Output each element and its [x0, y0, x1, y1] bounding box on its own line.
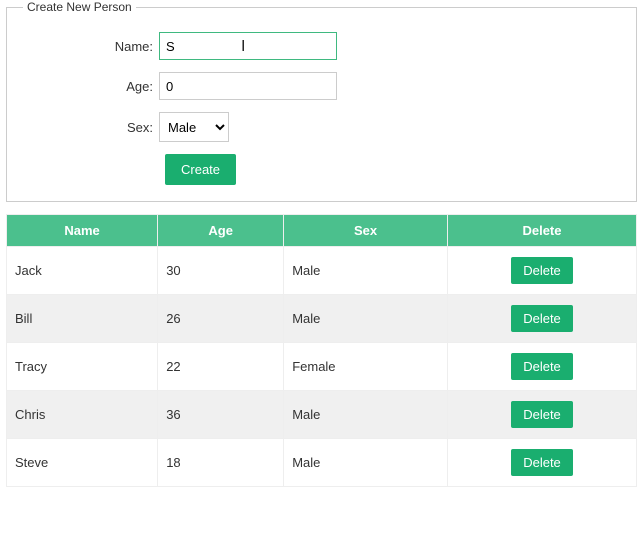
- people-table: Name Age Sex Delete Jack30MaleDeleteBill…: [6, 214, 637, 487]
- sex-select[interactable]: MaleFemale: [159, 112, 229, 142]
- delete-button[interactable]: Delete: [511, 305, 573, 332]
- cell-name: Jack: [7, 247, 158, 295]
- create-button[interactable]: Create: [165, 154, 236, 185]
- age-input[interactable]: [159, 72, 337, 100]
- table-row: Steve18Male Delete: [7, 439, 637, 487]
- cell-name: Tracy: [7, 343, 158, 391]
- name-label: Name:: [23, 39, 159, 54]
- cell-age: 36: [158, 391, 284, 439]
- cell-age: 26: [158, 295, 284, 343]
- cell-sex: Male: [284, 295, 448, 343]
- table-row: Jack30Male Delete: [7, 247, 637, 295]
- col-delete: Delete: [447, 215, 636, 247]
- sex-label: Sex:: [23, 120, 159, 135]
- cell-delete: Delete: [447, 391, 636, 439]
- cell-sex: Female: [284, 343, 448, 391]
- cell-sex: Male: [284, 247, 448, 295]
- table-row: Bill26Male Delete: [7, 295, 637, 343]
- cell-delete: Delete: [447, 295, 636, 343]
- cell-delete: Delete: [447, 439, 636, 487]
- cell-age: 18: [158, 439, 284, 487]
- fieldset-legend: Create New Person: [23, 0, 136, 14]
- cell-name: Bill: [7, 295, 158, 343]
- cell-name: Chris: [7, 391, 158, 439]
- create-person-fieldset: Create New Person Name: I Age: Sex: Male…: [6, 0, 637, 202]
- cell-delete: Delete: [447, 343, 636, 391]
- table-row: Tracy22Female Delete: [7, 343, 637, 391]
- delete-button[interactable]: Delete: [511, 353, 573, 380]
- delete-button[interactable]: Delete: [511, 449, 573, 476]
- col-sex: Sex: [284, 215, 448, 247]
- cell-name: Steve: [7, 439, 158, 487]
- cell-sex: Male: [284, 439, 448, 487]
- table-row: Chris36Male Delete: [7, 391, 637, 439]
- delete-button[interactable]: Delete: [511, 401, 573, 428]
- delete-button[interactable]: Delete: [511, 257, 573, 284]
- name-input[interactable]: [159, 32, 337, 60]
- cell-sex: Male: [284, 391, 448, 439]
- cell-delete: Delete: [447, 247, 636, 295]
- col-name: Name: [7, 215, 158, 247]
- col-age: Age: [158, 215, 284, 247]
- age-label: Age:: [23, 79, 159, 94]
- cell-age: 22: [158, 343, 284, 391]
- cell-age: 30: [158, 247, 284, 295]
